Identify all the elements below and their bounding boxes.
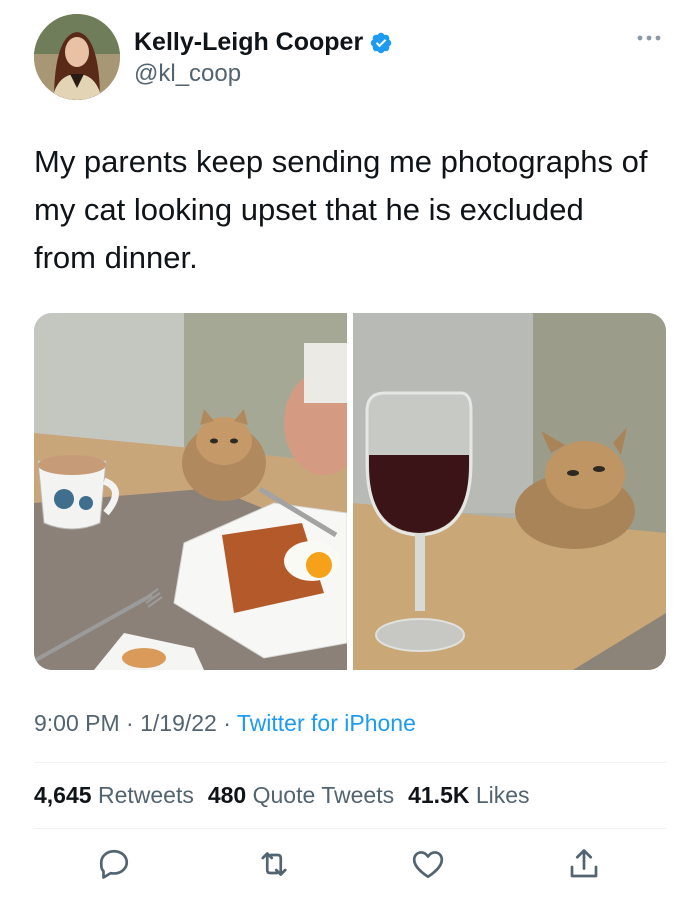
author-handle[interactable]: @kl_coop <box>134 60 241 88</box>
quote-tweets-label: Quote Tweets <box>252 782 395 808</box>
tweet-media <box>34 313 666 670</box>
quote-tweets-stat[interactable]: 480 Quote Tweets <box>208 782 394 809</box>
tweet-date[interactable]: 1/19/22 <box>140 710 217 736</box>
tweet: Kelly-Leigh Cooper @kl_coop My parents k… <box>0 0 700 912</box>
more-icon[interactable] <box>634 30 664 46</box>
quote-tweets-count: 480 <box>207 782 247 808</box>
meta-separator: · <box>126 710 134 736</box>
tweet-meta: 9:00 PM · 1/19/22 · Twitter for iPhone <box>34 710 416 737</box>
photo-cat-at-dinner-table[interactable] <box>34 313 347 670</box>
photo-cat-with-wine[interactable] <box>353 313 666 670</box>
tweet-source-link[interactable]: Twitter for iPhone <box>237 710 416 736</box>
avatar[interactable] <box>34 14 120 100</box>
tweet-time[interactable]: 9:00 PM <box>34 710 120 736</box>
tweet-actions <box>0 846 700 886</box>
tweet-stats: 4,645 Retweets 480 Quote Tweets 41.5K Li… <box>34 782 530 809</box>
retweets-stat[interactable]: 4,645 Retweets <box>34 782 194 809</box>
retweet-icon[interactable] <box>256 846 292 882</box>
like-icon[interactable] <box>410 846 446 882</box>
likes-count: 41.5K <box>408 782 470 808</box>
divider <box>34 828 666 829</box>
verified-badge-icon <box>370 32 392 53</box>
likes-stat[interactable]: 41.5K Likes <box>408 782 529 809</box>
share-icon[interactable] <box>566 846 602 882</box>
retweets-count: 4,645 <box>34 782 92 808</box>
author-name[interactable]: Kelly-Leigh Cooper <box>134 28 363 57</box>
author-name-row[interactable]: Kelly-Leigh Cooper <box>134 28 393 57</box>
meta-separator: · <box>223 710 231 736</box>
retweets-label: Retweets <box>97 782 194 808</box>
tweet-text: My parents keep sending me photographs o… <box>34 144 648 275</box>
likes-label: Likes <box>475 782 530 808</box>
reply-icon[interactable] <box>96 846 132 882</box>
divider <box>34 762 666 763</box>
